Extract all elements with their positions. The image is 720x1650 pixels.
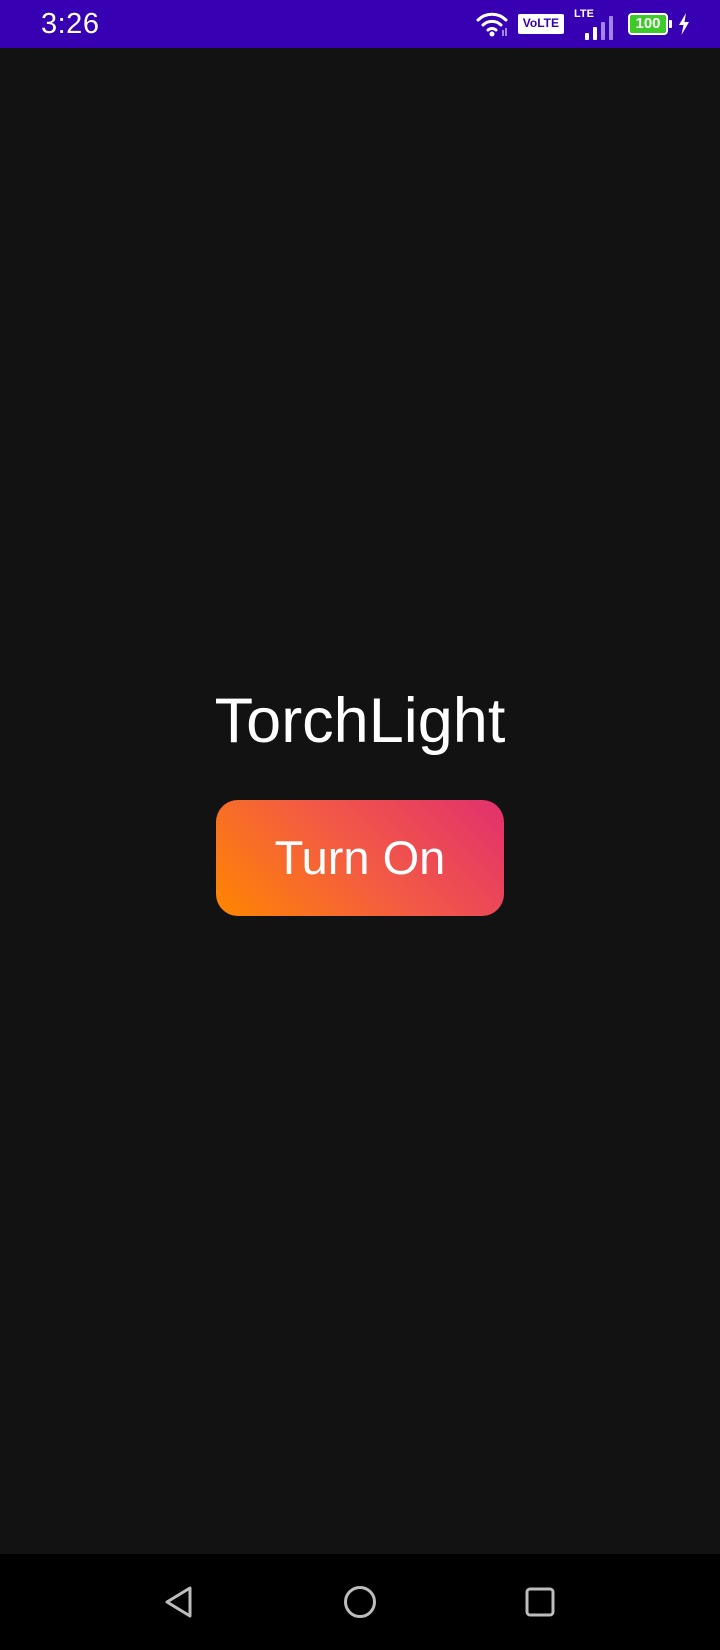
turn-on-button[interactable]: Turn On bbox=[216, 800, 504, 916]
charging-bolt-icon bbox=[678, 13, 690, 35]
volte-badge: VoLTE bbox=[517, 14, 564, 34]
status-time: 3:26 bbox=[41, 8, 100, 40]
home-icon bbox=[343, 1585, 377, 1619]
recents-button[interactable] bbox=[510, 1572, 570, 1632]
battery-icon: 100 bbox=[628, 13, 672, 35]
home-button[interactable] bbox=[330, 1572, 390, 1632]
app-screen: 3:26 VoLTE LTE 100 TorchLight Turn On bbox=[0, 0, 720, 1650]
wifi-icon bbox=[476, 11, 508, 37]
status-icons: VoLTE LTE 100 bbox=[476, 0, 690, 48]
app-title: TorchLight bbox=[214, 686, 506, 756]
back-button[interactable] bbox=[149, 1572, 209, 1632]
back-icon bbox=[163, 1585, 195, 1619]
mobile-network: LTE bbox=[574, 6, 618, 42]
recents-icon bbox=[525, 1587, 555, 1617]
status-bar: 3:26 VoLTE LTE 100 bbox=[0, 0, 720, 48]
navigation-bar bbox=[0, 1554, 720, 1650]
signal-icon bbox=[584, 16, 614, 45]
